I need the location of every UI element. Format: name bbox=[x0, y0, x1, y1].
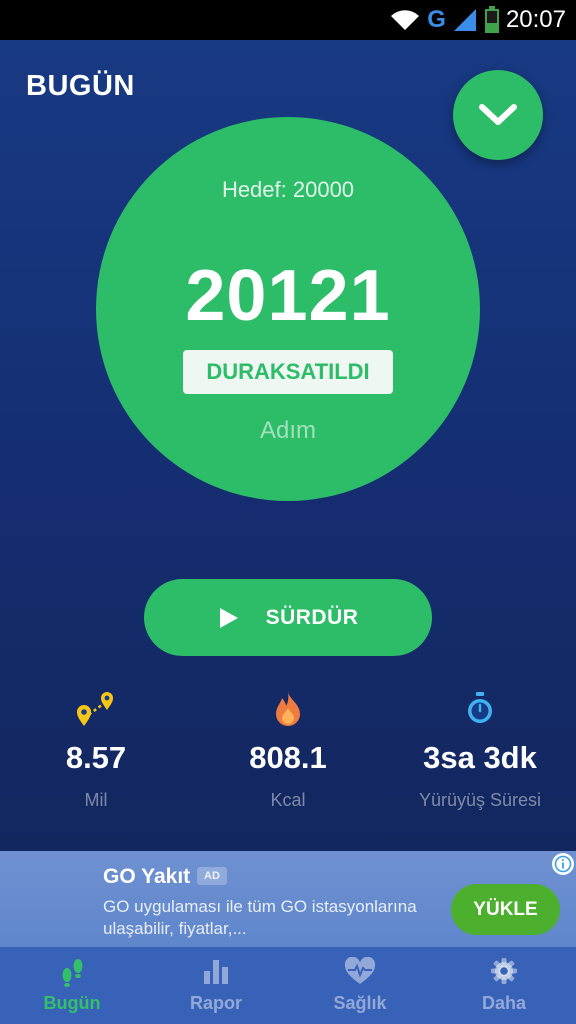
nav-label: Daha bbox=[481, 993, 526, 1013]
ad-badge: AD bbox=[197, 867, 227, 885]
play-icon bbox=[219, 607, 238, 628]
heart-pulse-icon bbox=[344, 957, 376, 984]
nav-item-rapor[interactable]: Rapor bbox=[144, 947, 288, 1024]
collapse-button[interactable] bbox=[453, 70, 543, 160]
stat-label: Mil bbox=[84, 790, 108, 810]
stopwatch-icon bbox=[468, 692, 492, 723]
nav-item-daha[interactable]: Daha bbox=[432, 947, 576, 1024]
status-bar: G 20:07 bbox=[0, 0, 576, 40]
clock: 20:07 bbox=[505, 6, 566, 33]
network-type: G bbox=[427, 6, 446, 33]
signal-icon bbox=[453, 9, 476, 31]
chevron-down-icon bbox=[479, 104, 517, 125]
flame-icon bbox=[276, 692, 300, 726]
ad-description: GO uygulaması ile tüm GO istasyonlarına … bbox=[103, 897, 417, 938]
stat-label: Kcal bbox=[270, 790, 306, 810]
wifi-icon bbox=[391, 10, 420, 30]
nav-item-bugun[interactable]: Bugün bbox=[0, 947, 144, 1024]
ad-title: GO Yakıt bbox=[103, 865, 191, 888]
step-counter-circle: Hedef: 20000 20121 DURAKSATILDI Adım bbox=[96, 117, 480, 501]
stat-distance: 8.57 Mil bbox=[0, 688, 192, 811]
stat-calories: 808.1 Kcal bbox=[192, 688, 384, 811]
nav-item-saglik[interactable]: Sağlık bbox=[288, 947, 432, 1024]
resume-label: SÜRDÜR bbox=[265, 605, 359, 629]
map-pins-icon bbox=[77, 692, 113, 726]
stat-value: 808.1 bbox=[249, 740, 327, 775]
stat-walk-time: 3sa 3dk Yürüyüş Süresi bbox=[384, 688, 576, 811]
ad-info-icon[interactable] bbox=[552, 853, 574, 875]
step-count: 20121 bbox=[185, 256, 391, 336]
page-title: BUGÜN bbox=[26, 70, 135, 102]
paused-badge: DURAKSATILDI bbox=[183, 350, 393, 394]
resume-button[interactable]: SÜRDÜR bbox=[144, 579, 432, 656]
battery-icon bbox=[484, 6, 499, 33]
gear-icon bbox=[491, 958, 517, 984]
goal-text: Hedef: 20000 bbox=[221, 177, 355, 202]
stat-value: 3sa 3dk bbox=[423, 740, 537, 775]
nav-label: Bugün bbox=[43, 993, 101, 1013]
steps-unit-label: Adım bbox=[259, 417, 316, 444]
nav-label: Rapor bbox=[189, 993, 242, 1013]
footsteps-icon bbox=[62, 959, 83, 987]
nav-label: Sağlık bbox=[333, 993, 387, 1013]
stat-label: Yürüyüş Süresi bbox=[418, 790, 542, 810]
stat-value: 8.57 bbox=[65, 740, 127, 775]
bottom-nav: Bugün Rapor Sağlık Daha bbox=[0, 947, 576, 1024]
bar-chart-icon bbox=[204, 960, 228, 984]
ad-install-button[interactable]: YÜKLE bbox=[451, 884, 560, 935]
